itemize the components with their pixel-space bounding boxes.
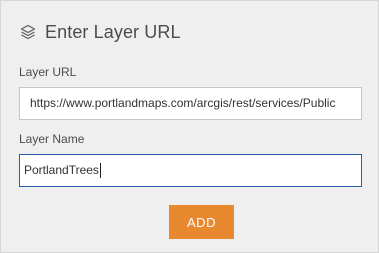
- layer-name-input[interactable]: PortlandTrees: [19, 154, 362, 187]
- layer-name-value: PortlandTrees: [24, 163, 99, 177]
- text-caret: [99, 163, 101, 179]
- layer-name-label: Layer Name: [19, 132, 85, 146]
- layer-url-input[interactable]: https://www.portlandmaps.com/arcgis/rest…: [19, 87, 362, 120]
- layers-icon: [19, 23, 37, 41]
- layer-url-value: https://www.portlandmaps.com/arcgis/rest…: [30, 96, 336, 110]
- panel-title: Enter Layer URL: [45, 21, 181, 42]
- layer-url-label: Layer URL: [19, 65, 77, 79]
- panel-header: Enter Layer URL: [19, 19, 181, 45]
- add-button[interactable]: ADD: [169, 205, 234, 239]
- add-layer-panel: Enter Layer URL Layer URL https://www.po…: [0, 0, 379, 253]
